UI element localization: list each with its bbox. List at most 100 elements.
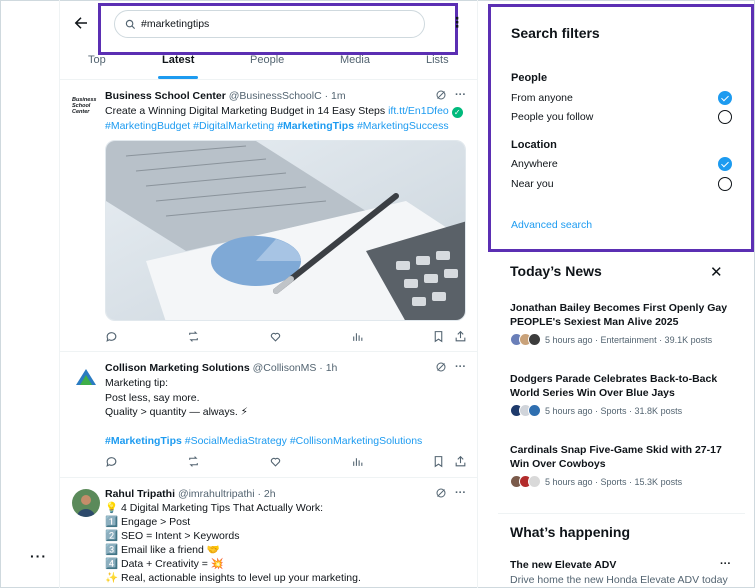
news-headline: Dodgers Parade Celebrates Back-to-Back W… bbox=[510, 373, 718, 399]
grok-icon[interactable] bbox=[435, 89, 447, 101]
news-avatars bbox=[510, 475, 541, 488]
option-anywhere[interactable]: Anywhere bbox=[511, 158, 558, 170]
tweet-time[interactable]: · 2h bbox=[257, 488, 275, 500]
happening-item-subtitle[interactable]: Drive home the new Honda Elevate ADV tod… bbox=[510, 574, 728, 586]
tab-lists[interactable]: Lists bbox=[426, 54, 449, 66]
news-item[interactable]: Cardinals Snap Five-Game Skid with 27-17… bbox=[510, 443, 734, 488]
radio-people-you-follow[interactable] bbox=[718, 110, 732, 124]
tab-people[interactable]: People bbox=[250, 54, 284, 66]
search-icon bbox=[125, 19, 136, 29]
tweet-more-icon[interactable]: ··· bbox=[455, 361, 466, 373]
tweet-time[interactable]: · 1m bbox=[325, 90, 346, 102]
author-handle[interactable]: @imrahultripathi bbox=[178, 488, 255, 500]
author-name[interactable]: Business School Center bbox=[105, 90, 226, 102]
tab-media[interactable]: Media bbox=[340, 54, 370, 66]
retweet-icon[interactable] bbox=[187, 330, 200, 343]
hashtag[interactable]: #MarketingBudget bbox=[105, 120, 190, 132]
tweet[interactable]: Collison Marketing Solutions @CollisonMS… bbox=[60, 353, 477, 478]
radio-anywhere[interactable] bbox=[718, 157, 732, 171]
tweet-image[interactable] bbox=[105, 140, 466, 321]
advanced-search-link[interactable]: Advanced search bbox=[511, 219, 592, 231]
left-rail: ··· bbox=[0, 0, 60, 588]
tweet-top-icons: ··· bbox=[435, 361, 466, 373]
tweet-top-icons: ··· bbox=[435, 89, 466, 101]
tweet-text: 💡 4 Digital Marketing Tips That Actually… bbox=[105, 501, 467, 585]
tab-top[interactable]: Top bbox=[88, 54, 106, 66]
option-from-anyone[interactable]: From anyone bbox=[511, 92, 573, 104]
radio-from-anyone[interactable] bbox=[718, 91, 732, 105]
radio-near-you[interactable] bbox=[718, 177, 732, 191]
tweet[interactable]: Business School Center Business School C… bbox=[60, 81, 477, 352]
tweet-more-icon[interactable]: ··· bbox=[455, 487, 466, 499]
news-item[interactable]: Jonathan Bailey Becomes First Openly Gay… bbox=[510, 301, 734, 346]
avatar[interactable] bbox=[72, 363, 100, 391]
news-meta-text: 5 hours ago · Sports · 15.3K posts bbox=[545, 476, 683, 487]
tweet-line: 4️⃣ Data + Creativity = 💥 bbox=[105, 558, 224, 570]
author-handle[interactable]: @BusinessSchoolC bbox=[229, 90, 322, 102]
tweet-more-icon[interactable]: ··· bbox=[455, 89, 466, 101]
tweet-header: Business School Center @BusinessSchoolC … bbox=[105, 90, 346, 102]
happening-title: What’s happening bbox=[510, 524, 631, 540]
tweet-line: 3️⃣ Email like a friend 🤝 bbox=[105, 544, 220, 556]
hashtag[interactable]: #SocialMediaStrategy bbox=[185, 435, 287, 447]
news-item[interactable]: Dodgers Parade Celebrates Back-to-Back W… bbox=[510, 372, 734, 417]
grok-icon[interactable] bbox=[435, 487, 447, 499]
avatar[interactable]: Business School Center bbox=[72, 91, 98, 119]
laptop-calculator-photo bbox=[106, 141, 465, 320]
people-label: People bbox=[511, 72, 548, 84]
tweet-actions bbox=[105, 330, 467, 344]
option-near-you[interactable]: Near you bbox=[511, 178, 554, 190]
main-column: ⋮ Top Latest People Media Lists Business… bbox=[60, 0, 478, 588]
happening-item-title[interactable]: The new Elevate ADV bbox=[510, 559, 616, 571]
hashtag[interactable]: #CollisonMarketingSolutions bbox=[290, 435, 423, 447]
author-handle[interactable]: @CollisonMS bbox=[253, 362, 317, 374]
tab-latest[interactable]: Latest bbox=[162, 54, 194, 66]
news-meta: 5 hours ago · Entertainment · 39.1K post… bbox=[510, 333, 734, 346]
todays-news-panel: Today’s News ✕ Jonathan Bailey Becomes F… bbox=[498, 255, 745, 505]
author-name[interactable]: Collison Marketing Solutions bbox=[105, 362, 250, 374]
search-more-icon[interactable]: ⋮ bbox=[450, 14, 464, 31]
views-icon[interactable] bbox=[351, 455, 364, 468]
bookmark-icon[interactable] bbox=[432, 330, 445, 343]
tweet-line: Quality > quantity — always. ⚡ bbox=[105, 406, 249, 418]
retweet-icon[interactable] bbox=[187, 455, 200, 468]
grok-icon[interactable] bbox=[435, 361, 447, 373]
share-icon[interactable] bbox=[454, 330, 467, 343]
close-icon[interactable]: ✕ bbox=[710, 263, 723, 281]
news-meta-text: 5 hours ago · Sports · 31.8K posts bbox=[545, 405, 683, 416]
views-icon[interactable] bbox=[351, 330, 364, 343]
tweet[interactable]: Rahul Tripathi @imrahultripathi · 2h ···… bbox=[60, 479, 477, 588]
tweet-top-icons: ··· bbox=[435, 487, 466, 499]
author-name[interactable]: Rahul Tripathi bbox=[105, 488, 175, 500]
search-tabs: Top Latest People Media Lists bbox=[60, 52, 477, 80]
news-avatars bbox=[510, 333, 541, 346]
search-box[interactable] bbox=[114, 10, 425, 38]
happening-more-icon[interactable]: ··· bbox=[720, 558, 731, 570]
option-people-you-follow[interactable]: People you follow bbox=[511, 111, 593, 123]
like-icon[interactable] bbox=[269, 330, 282, 343]
tweet-text-main: Create a Winning Digital Marketing Budge… bbox=[105, 105, 386, 117]
hashtag[interactable]: #MarketingTips bbox=[105, 435, 182, 447]
search-input[interactable] bbox=[141, 18, 401, 30]
back-arrow-icon[interactable] bbox=[72, 14, 90, 32]
location-label: Location bbox=[511, 139, 557, 151]
tweet-line: 1️⃣ Engage > Post bbox=[105, 516, 191, 528]
avatar[interactable] bbox=[72, 489, 100, 517]
tweet-header: Collison Marketing Solutions @CollisonMS… bbox=[105, 362, 337, 374]
top-bar: ⋮ bbox=[60, 0, 477, 55]
reply-icon[interactable] bbox=[105, 330, 118, 343]
hashtag[interactable]: #DigitalMarketing bbox=[193, 120, 274, 132]
tweet-time[interactable]: · 1h bbox=[319, 362, 337, 374]
reply-icon[interactable] bbox=[105, 455, 118, 468]
avatar bbox=[528, 404, 541, 417]
tweet-link[interactable]: ift.tt/En1Dfeo bbox=[388, 105, 449, 117]
tweet-line: Marketing tip: bbox=[105, 377, 169, 389]
tweet-text: Create a Winning Digital Marketing Budge… bbox=[105, 104, 467, 133]
like-icon[interactable] bbox=[269, 455, 282, 468]
hashtag[interactable]: #MarketingTips bbox=[277, 120, 354, 132]
hashtag[interactable]: #MarketingSuccess bbox=[357, 120, 449, 132]
share-icon[interactable] bbox=[454, 455, 467, 468]
bookmark-icon[interactable] bbox=[432, 455, 445, 468]
more-menu-icon[interactable]: ··· bbox=[30, 548, 47, 564]
whats-happening-panel: What’s happening The new Elevate ADV Dri… bbox=[498, 513, 745, 588]
